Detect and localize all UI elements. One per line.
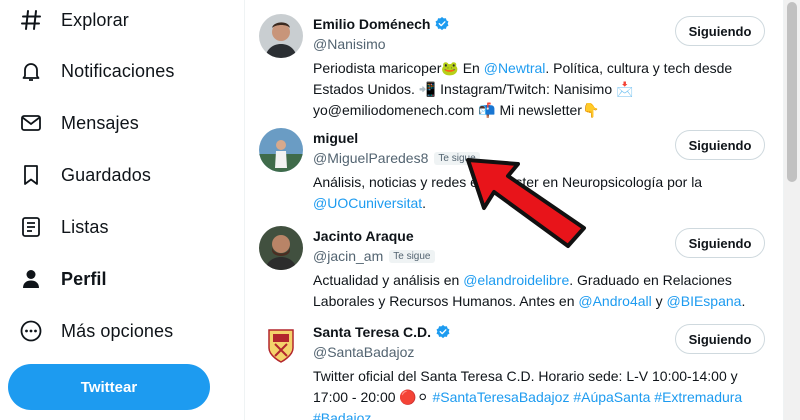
nav-item-mensajes[interactable]: Mensajes: [14, 103, 139, 143]
user-bio: Periodista maricoper🐸 En @Newtral. Polít…: [313, 58, 763, 121]
user-cell[interactable]: Jacinto Araque @jacin_am Te sigue Actual…: [245, 226, 785, 309]
nav-label: Guardados: [61, 164, 151, 185]
bio-text: Actualidad y análisis en: [313, 272, 464, 288]
nav-item-mas-opciones[interactable]: Más opciones: [14, 311, 173, 351]
bio-text: . Máster en Neuropsicología por la: [488, 174, 703, 190]
list-icon: [14, 210, 48, 244]
user-cell[interactable]: Santa Teresa C.D. @SantaBadajoz Twitter …: [245, 322, 785, 420]
bio-text: Análisis, noticias y redes e: [313, 174, 478, 190]
mention-link[interactable]: @UOCuniversitat: [313, 195, 422, 211]
nav-label: Explorar: [61, 9, 129, 30]
more-circle-icon: [14, 314, 48, 348]
user-bio: Análisis, noticias y redes e ll. Máster …: [313, 172, 763, 214]
user-handle: @MiguelParedes8: [313, 150, 429, 166]
following-button[interactable]: Siguiendo: [675, 16, 765, 46]
user-name[interactable]: Emilio Doménech: [313, 16, 430, 32]
nav-label: Más opciones: [61, 320, 174, 341]
follows-you-badge: Te sigue: [389, 249, 435, 263]
scrollbar[interactable]: [784, 0, 800, 420]
mention-link[interactable]: @BIEspana: [667, 293, 742, 309]
nav-item-listas[interactable]: Listas: [14, 207, 109, 247]
nav-label: Perfil: [61, 268, 107, 289]
user-bio: Twitter oficial del Santa Teresa C.D. Ho…: [313, 366, 763, 420]
nav-item-explorar[interactable]: Explorar: [14, 0, 129, 40]
verified-badge-icon: [436, 17, 449, 31]
mention-link[interactable]: @Newtral: [484, 60, 546, 76]
nav-label: Listas: [61, 216, 109, 237]
follows-you-badge: Te sigue: [434, 151, 480, 165]
nav-label: Mensajes: [61, 112, 139, 133]
verified-badge-icon: [436, 325, 450, 339]
person-icon: [14, 262, 48, 296]
user-handle: @SantaBadajoz: [313, 344, 415, 360]
user-bio: Actualidad y análisis en @elandroidelibr…: [313, 270, 763, 312]
bio-text: .: [422, 195, 427, 211]
bio-text: .: [741, 293, 746, 309]
bio-text: Periodista maricoper🐸 En: [313, 60, 484, 76]
bell-icon: [14, 54, 48, 88]
bookmark-icon: [14, 158, 48, 192]
nav-item-guardados[interactable]: Guardados: [14, 155, 151, 195]
nav-label: Notificaciones: [61, 60, 175, 81]
user-handle: @jacin_am: [313, 248, 384, 264]
mention-link[interactable]: @elandroidelibre: [463, 272, 569, 288]
mention-link[interactable]: @Andro4all: [578, 293, 651, 309]
following-button[interactable]: Siguiendo: [675, 324, 765, 354]
envelope-icon: [14, 106, 48, 140]
tweet-button[interactable]: Twittear: [8, 364, 210, 410]
user-name[interactable]: miguel: [313, 130, 358, 146]
nav-item-notificaciones[interactable]: Notificaciones: [14, 51, 174, 91]
user-cell[interactable]: miguel @MiguelParedes8 Te sigue Análisis…: [245, 128, 785, 211]
following-button[interactable]: Siguiendo: [675, 130, 765, 160]
sidebar-nav: Explorar Notificaciones Mensajes Guardad…: [0, 0, 244, 420]
user-name[interactable]: Santa Teresa C.D.: [313, 324, 431, 340]
following-list: Emilio Doménech @Nanisimo Periodista mar…: [244, 0, 784, 420]
hashtag-icon: [14, 3, 48, 37]
nav-item-perfil[interactable]: Perfil: [14, 259, 107, 299]
avatar[interactable]: [259, 322, 303, 366]
bio-text: y: [651, 293, 667, 309]
club-crest-icon: [268, 329, 294, 363]
avatar[interactable]: [259, 128, 303, 172]
avatar[interactable]: [259, 14, 303, 58]
avatar[interactable]: [259, 226, 303, 270]
following-button[interactable]: Siguiendo: [675, 228, 765, 258]
user-cell[interactable]: Emilio Doménech @Nanisimo Periodista mar…: [245, 14, 785, 118]
scrollbar-thumb[interactable]: [787, 2, 797, 182]
user-handle: @Nanisimo: [313, 36, 386, 52]
user-name[interactable]: Jacinto Araque: [313, 228, 414, 244]
